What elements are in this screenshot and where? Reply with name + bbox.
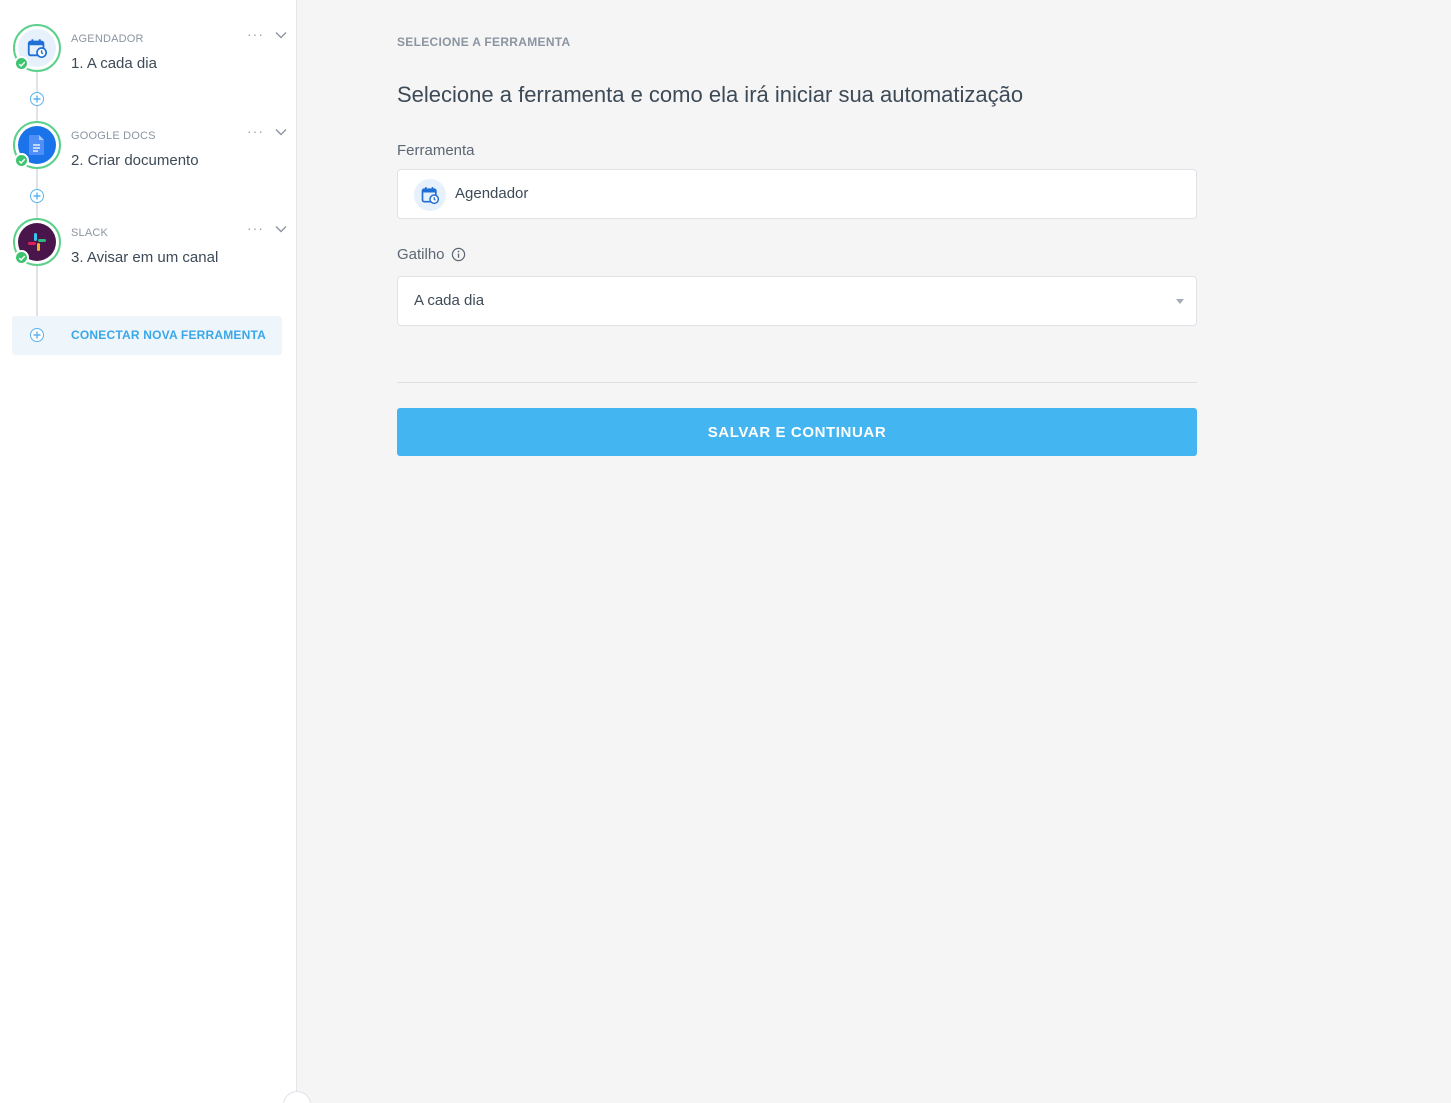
step-title: 2. Criar documento [71, 152, 199, 169]
step-google-docs[interactable]: GOOGLE DOCS 2. Criar documento ··· [0, 121, 297, 181]
connect-new-tool-label: CONECTAR NOVA FERRAMENTA [71, 328, 267, 342]
check-icon [14, 250, 29, 265]
page-title: Selecione a ferramenta e como ela irá in… [397, 82, 1024, 107]
sidebar: AGENDADOR 1. A cada dia ··· GOOGLE DOCS … [0, 0, 311, 1103]
dropdown-caret-icon [1176, 299, 1184, 304]
chevron-down-icon[interactable] [274, 127, 288, 137]
step-agendador[interactable]: AGENDADOR 1. A cada dia ··· [0, 24, 297, 84]
tool-select-value: Agendador [455, 185, 529, 202]
tool-field-label-text: Ferramenta [397, 142, 475, 159]
step-kicker: AGENDADOR [71, 33, 144, 45]
tool-field-label: Ferramenta [397, 142, 475, 159]
chevron-down-icon[interactable] [274, 30, 288, 40]
step-kicker: GOOGLE DOCS [71, 130, 156, 142]
step-title: 1. A cada dia [71, 55, 157, 72]
trigger-field-label: Gatilho [397, 246, 466, 263]
check-icon [14, 153, 29, 168]
more-options-icon[interactable]: ··· [247, 123, 264, 139]
chevron-down-icon[interactable] [274, 224, 288, 234]
check-icon [14, 56, 29, 71]
save-and-continue-button[interactable]: SALVAR E CONTINUAR [397, 408, 1197, 456]
trigger-select-value: A cada dia [414, 292, 485, 309]
step-slack[interactable]: SLACK 3. Avisar em um canal ··· [0, 218, 297, 278]
section-kicker: SELECIONE A FERRAMENTA [397, 35, 571, 49]
step-title: 3. Avisar em um canal [71, 249, 219, 266]
calendar-clock-icon [414, 179, 446, 211]
info-icon[interactable] [451, 247, 466, 262]
trigger-field-label-text: Gatilho [397, 246, 445, 263]
add-step-button[interactable] [30, 189, 44, 203]
more-options-icon[interactable]: ··· [247, 26, 264, 42]
add-step-button[interactable] [30, 92, 44, 106]
connect-new-tool-button[interactable]: CONECTAR NOVA FERRAMENTA [12, 316, 282, 355]
trigger-select[interactable]: A cada dia [397, 276, 1197, 326]
collapse-sidebar-button[interactable] [283, 1091, 311, 1103]
divider [397, 382, 1197, 383]
tool-select[interactable]: Agendador [397, 169, 1197, 219]
step-kicker: SLACK [71, 227, 109, 239]
more-options-icon[interactable]: ··· [247, 220, 264, 236]
plus-icon [30, 328, 44, 342]
